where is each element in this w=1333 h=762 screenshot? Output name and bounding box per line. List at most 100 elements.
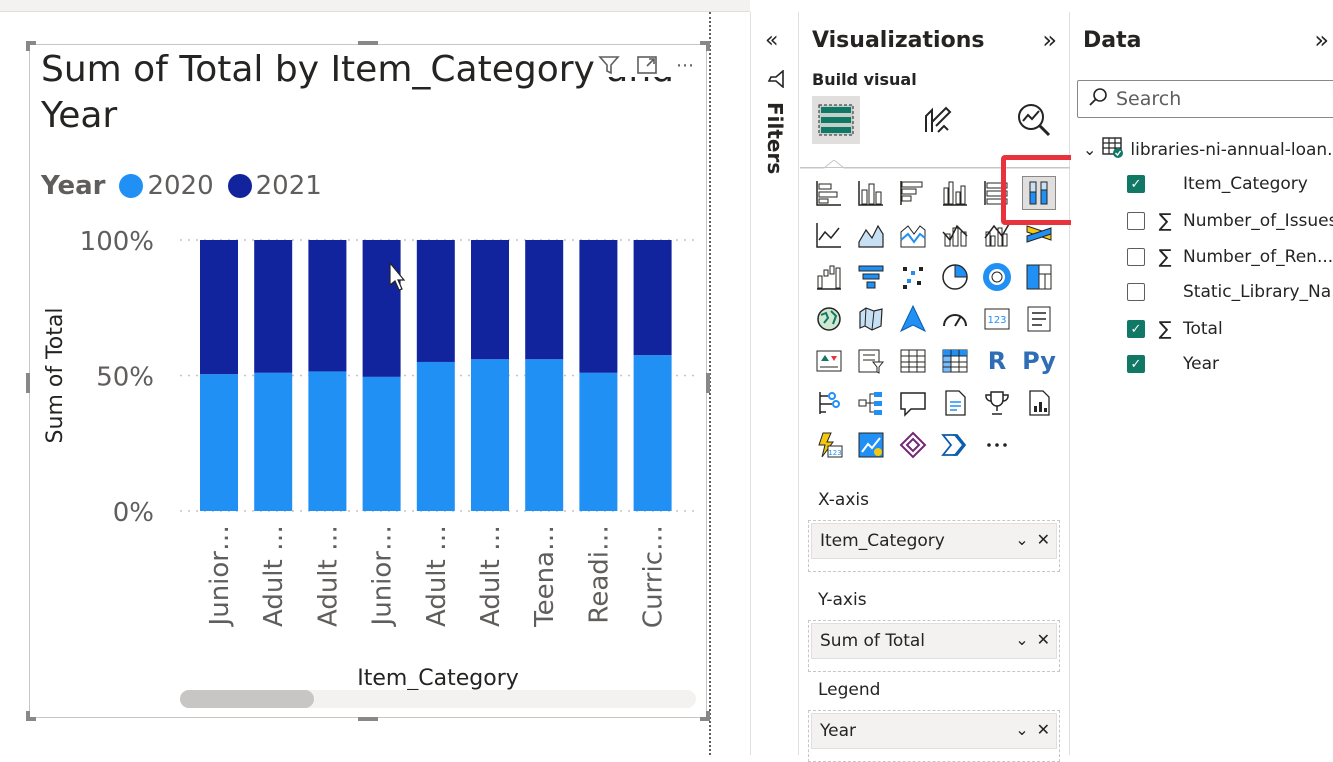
bar-segment-2021[interactable] bbox=[579, 240, 618, 373]
bar-segment-2020[interactable] bbox=[416, 361, 455, 511]
bar-segment-2020[interactable] bbox=[633, 355, 672, 511]
bar-segment-2021[interactable] bbox=[362, 240, 401, 377]
field-item[interactable]: ✓ Year bbox=[1127, 354, 1219, 374]
bar-segment-2021[interactable] bbox=[416, 240, 455, 362]
matrix-icon[interactable] bbox=[938, 344, 972, 378]
collapse-visualizations-icon[interactable]: » bbox=[1042, 26, 1057, 54]
x-axis-well[interactable]: Item_Category ⌄ ✕ bbox=[808, 520, 1060, 572]
y-axis-field-chip[interactable]: Sum of Total ⌄ ✕ bbox=[811, 623, 1057, 659]
remove-field-icon[interactable]: ✕ bbox=[1037, 630, 1050, 649]
clustered-bar-chart-icon[interactable] bbox=[896, 176, 930, 210]
checkbox-checked[interactable]: ✓ bbox=[1127, 355, 1145, 373]
table-node[interactable]: ⌄ libraries-ni-annual-loan... bbox=[1083, 136, 1333, 163]
power-bi-apps-icon[interactable] bbox=[896, 428, 930, 462]
bar-segment-2021[interactable] bbox=[308, 240, 347, 372]
checkbox-checked[interactable]: ✓ bbox=[1127, 320, 1145, 338]
checkbox-unchecked[interactable] bbox=[1127, 283, 1145, 301]
analytics-tab[interactable] bbox=[1010, 96, 1058, 144]
x-tick-label: Adult … bbox=[422, 525, 452, 627]
azure-map-icon[interactable] bbox=[896, 302, 930, 336]
paginated-report-icon[interactable] bbox=[1022, 386, 1056, 420]
collapse-panes-icon[interactable]: « bbox=[765, 28, 778, 53]
bar-segment-2020[interactable] bbox=[200, 374, 238, 511]
area-chart-icon[interactable] bbox=[854, 218, 888, 252]
stacked-bar-chart-icon[interactable] bbox=[812, 176, 846, 210]
x-axis-field-chip[interactable]: Item_Category ⌄ ✕ bbox=[811, 523, 1057, 559]
multi-row-card-icon[interactable] bbox=[1022, 302, 1056, 336]
line-and-stacked-column-icon[interactable] bbox=[938, 218, 972, 252]
chart-plot[interactable]: 0% 50% 100% Sum of Total Junior… Adult … Adult… bbox=[30, 45, 706, 717]
data-search-input[interactable]: Search bbox=[1077, 80, 1333, 118]
smart-narrative-icon[interactable] bbox=[938, 386, 972, 420]
field-item[interactable]: Static_Library_Na... bbox=[1127, 282, 1333, 302]
kpi-icon[interactable] bbox=[812, 344, 846, 378]
resize-handle-bottom-middle[interactable] bbox=[358, 717, 378, 721]
field-item[interactable]: ✓ ∑ Total bbox=[1127, 318, 1223, 340]
resize-handle-bottom-right[interactable] bbox=[706, 711, 710, 721]
scatter-chart-icon[interactable] bbox=[896, 260, 930, 294]
sigma-icon: ∑ bbox=[1158, 246, 1172, 268]
gauge-icon[interactable] bbox=[938, 302, 972, 336]
bar-segment-2020[interactable] bbox=[362, 376, 401, 511]
key-influencers-icon[interactable] bbox=[812, 386, 846, 420]
clustered-column-chart-icon[interactable] bbox=[938, 176, 972, 210]
bar-segment-2021[interactable] bbox=[525, 240, 564, 360]
bar-segment-2021[interactable] bbox=[254, 240, 293, 373]
chevron-down-icon[interactable]: ⌄ bbox=[1015, 720, 1028, 739]
checkbox-unchecked[interactable] bbox=[1127, 212, 1145, 230]
metrics-icon[interactable] bbox=[980, 386, 1014, 420]
bar-segment-2020[interactable] bbox=[579, 372, 618, 511]
treemap-icon[interactable] bbox=[1022, 260, 1056, 294]
bar-segment-2021[interactable] bbox=[200, 240, 238, 375]
resize-handle-middle-right[interactable] bbox=[706, 373, 710, 393]
more-visuals-icon[interactable] bbox=[938, 428, 972, 462]
remove-field-icon[interactable]: ✕ bbox=[1037, 720, 1050, 739]
slicer-icon[interactable] bbox=[854, 344, 888, 378]
more-options-icon[interactable] bbox=[980, 428, 1014, 462]
chevron-down-icon[interactable]: ⌄ bbox=[1083, 140, 1096, 159]
map-icon[interactable] bbox=[812, 302, 846, 336]
bar-segment-2021[interactable] bbox=[471, 240, 509, 360]
format-visual-tab[interactable] bbox=[912, 96, 960, 144]
filters-pane-collapsed[interactable]: « Filters bbox=[750, 12, 799, 755]
chevron-down-icon[interactable]: ⌄ bbox=[1015, 630, 1028, 649]
stacked-column-chart-icon[interactable] bbox=[854, 176, 888, 210]
qa-icon[interactable] bbox=[896, 386, 930, 420]
chevron-down-icon[interactable]: ⌄ bbox=[1015, 530, 1028, 549]
python-visual-icon[interactable]: Py bbox=[1022, 344, 1056, 378]
field-item[interactable]: ∑ Number_of_Issues bbox=[1127, 210, 1333, 232]
scrollbar-thumb[interactable] bbox=[180, 690, 314, 708]
bar-segment-2020[interactable] bbox=[308, 371, 347, 511]
field-item[interactable]: ∑ Number_of_Ren... bbox=[1127, 246, 1333, 268]
horizontal-scrollbar[interactable] bbox=[180, 690, 696, 708]
remove-field-icon[interactable]: ✕ bbox=[1037, 530, 1050, 549]
collapse-data-icon[interactable]: » bbox=[1314, 26, 1329, 54]
card-icon[interactable]: 123 bbox=[980, 302, 1014, 336]
bar-segment-2021[interactable] bbox=[633, 240, 672, 356]
checkbox-checked[interactable]: ✓ bbox=[1127, 175, 1145, 193]
decomposition-tree-icon[interactable] bbox=[854, 386, 888, 420]
legend-well[interactable]: Year ⌄ ✕ bbox=[808, 710, 1060, 762]
table-icon[interactable] bbox=[896, 344, 930, 378]
stacked-column-visual[interactable]: Sum of Total by Item_Category and Year ⋯… bbox=[26, 41, 710, 721]
resize-handle-top-right[interactable] bbox=[706, 41, 710, 51]
bar-segment-2020[interactable] bbox=[254, 372, 293, 511]
stacked-area-chart-icon[interactable] bbox=[896, 218, 930, 252]
bar-segment-2020[interactable] bbox=[471, 359, 509, 511]
r-visual-icon[interactable]: R bbox=[980, 344, 1014, 378]
y-axis-well[interactable]: Sum of Total ⌄ ✕ bbox=[808, 620, 1060, 672]
power-apps-icon[interactable]: 123 bbox=[812, 428, 846, 462]
filled-map-icon[interactable] bbox=[854, 302, 888, 336]
donut-chart-icon[interactable] bbox=[980, 260, 1014, 294]
waterfall-chart-icon[interactable] bbox=[812, 260, 846, 294]
build-visual-tab[interactable] bbox=[812, 96, 860, 144]
field-item[interactable]: ✓ Item_Category bbox=[1127, 174, 1308, 194]
legend-field-chip[interactable]: Year ⌄ ✕ bbox=[811, 713, 1057, 749]
pie-chart-icon[interactable] bbox=[938, 260, 972, 294]
power-automate-icon[interactable] bbox=[854, 428, 888, 462]
line-chart-icon[interactable] bbox=[812, 218, 846, 252]
bar-segment-2020[interactable] bbox=[525, 359, 564, 511]
funnel-chart-icon[interactable] bbox=[854, 260, 888, 294]
filters-label[interactable]: Filters bbox=[763, 102, 787, 174]
checkbox-unchecked[interactable] bbox=[1127, 248, 1145, 266]
